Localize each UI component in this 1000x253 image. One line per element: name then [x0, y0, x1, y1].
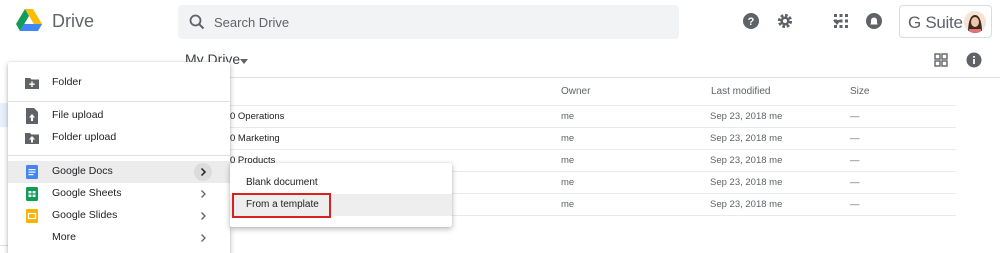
menu-item-label: Google Docs: [52, 165, 113, 177]
grid-view-icon[interactable]: [934, 53, 948, 67]
new-menu: Folder File upload Folder upload Google …: [8, 62, 230, 253]
google-docs-icon: [26, 165, 38, 179]
new-folder-icon: [25, 78, 39, 89]
search-icon[interactable]: [189, 14, 205, 30]
menu-item-google-sheets[interactable]: Google Sheets: [8, 183, 230, 205]
menu-item-label: Folder upload: [52, 131, 117, 143]
svg-text:?: ?: [748, 16, 755, 28]
divider: [230, 77, 1000, 78]
row-modified: Sep 23, 2018 me: [710, 155, 783, 166]
submenu-item-label: Blank document: [246, 177, 318, 188]
row-modified: Sep 23, 2018 me: [710, 111, 783, 122]
chevron-right-icon[interactable]: [194, 229, 212, 247]
menu-divider: [8, 101, 230, 102]
top-bar: Drive ?: [0, 0, 1000, 44]
row-size: —: [850, 199, 860, 210]
menu-item-folder[interactable]: Folder: [8, 72, 230, 94]
table-row[interactable]: 0 Operations me Sep 23, 2018 me —: [230, 106, 956, 128]
chevron-right-icon[interactable]: [194, 163, 212, 181]
menu-item-label: Google Slides: [52, 209, 118, 221]
menu-item-label: More: [52, 231, 76, 243]
row-modified: Sep 23, 2018 me: [710, 199, 783, 210]
avatar-portrait-icon: [964, 11, 986, 33]
menu-item-label: Google Sheets: [52, 187, 122, 199]
row-modified: Sep 23, 2018 me: [710, 133, 783, 144]
search-input[interactable]: [214, 5, 634, 39]
sidebar-selected-item[interactable]: [0, 103, 8, 127]
settings-gear-icon[interactable]: [776, 12, 794, 30]
chevron-right-icon[interactable]: [194, 185, 212, 203]
table-row[interactable]: 0 Marketing me Sep 23, 2018 me —: [230, 128, 956, 150]
menu-item-file-upload[interactable]: File upload: [8, 105, 230, 127]
gsuite-label: G Suite: [908, 13, 963, 32]
google-sheets-icon: [26, 187, 38, 201]
menu-item-google-docs[interactable]: Google Docs: [8, 161, 230, 183]
chevron-right-icon[interactable]: [194, 207, 212, 225]
sidebar-divider: [0, 245, 8, 246]
row-size: —: [850, 111, 860, 122]
row-name: 0 Operations: [230, 111, 285, 122]
folder-upload-icon: [25, 133, 39, 144]
file-upload-icon: [26, 108, 38, 124]
table-header-row: [230, 83, 956, 106]
menu-item-folder-upload[interactable]: Folder upload: [8, 127, 230, 149]
drive-window: Drive ?: [0, 0, 1000, 253]
gsuite-account-button[interactable]: G Suite: [899, 5, 992, 38]
highlight-annotation-box: [232, 193, 331, 218]
app-name: Drive: [52, 11, 95, 31]
chevron-down-icon[interactable]: [240, 59, 248, 64]
drive-logo-icon[interactable]: [16, 8, 42, 32]
row-name: 0 Marketing: [230, 133, 280, 144]
avatar[interactable]: [964, 11, 986, 33]
row-owner: me: [561, 111, 575, 122]
help-icon[interactable]: ?: [742, 12, 760, 30]
notifications-bell-icon[interactable]: [865, 12, 883, 30]
menu-item-label: Folder: [52, 76, 82, 88]
row-size: —: [850, 133, 860, 144]
menu-item-more[interactable]: More: [8, 227, 230, 249]
menu-item-google-slides[interactable]: Google Slides: [8, 205, 230, 227]
row-size: —: [850, 177, 860, 188]
apps-grid-icon[interactable]: [832, 12, 850, 30]
row-size: —: [850, 155, 860, 166]
row-owner: me: [561, 155, 575, 166]
google-slides-icon: [26, 209, 38, 223]
row-modified: Sep 23, 2018 me: [710, 177, 783, 188]
menu-item-label: File upload: [52, 109, 104, 121]
info-icon[interactable]: [966, 52, 982, 68]
row-owner: me: [561, 177, 575, 188]
row-owner: me: [561, 199, 575, 210]
submenu-item-blank-document[interactable]: Blank document: [230, 172, 452, 194]
search-bar[interactable]: [178, 5, 841, 39]
menu-divider: [8, 155, 230, 156]
row-owner: me: [561, 133, 575, 144]
